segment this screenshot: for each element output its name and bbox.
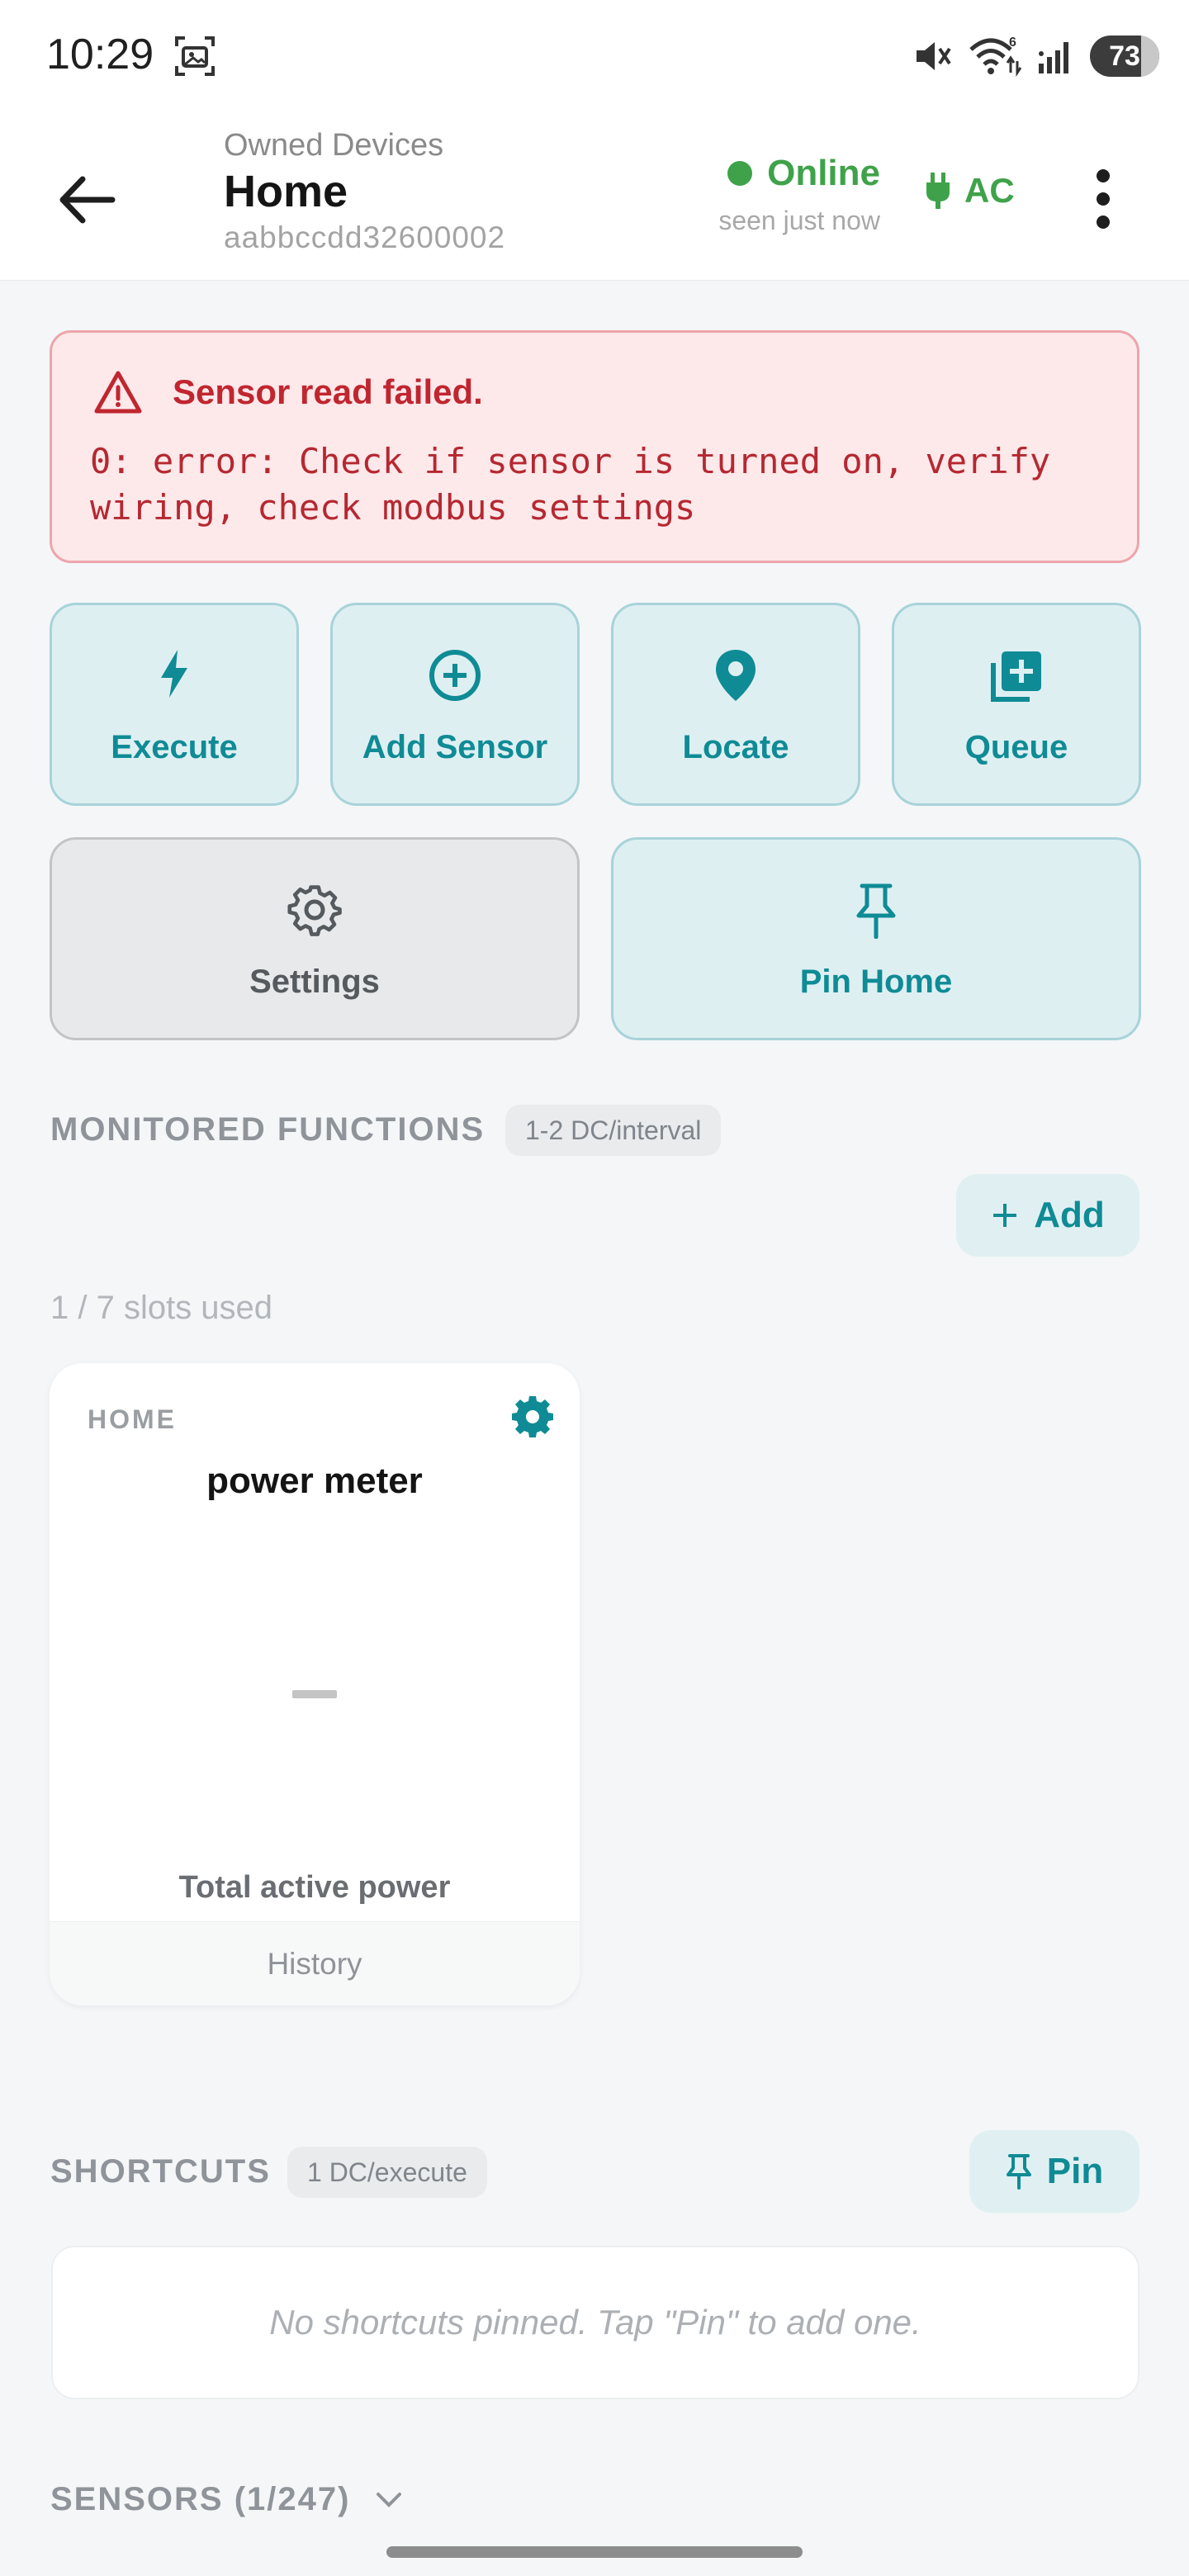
status-bar: 10:29 6 73 bbox=[0, 0, 1189, 111]
device-id: aabbccdd32600002 bbox=[224, 220, 506, 254]
add-to-queue-icon bbox=[991, 651, 1041, 702]
settings-label: Settings bbox=[249, 964, 380, 1000]
signal-icon bbox=[1039, 42, 1068, 73]
mute-icon bbox=[917, 42, 951, 70]
shortcuts-empty-state: No shortcuts pinned. Tap "Pin" to add on… bbox=[51, 2246, 1139, 2399]
breadcrumb[interactable]: Owned Devices bbox=[224, 128, 443, 163]
online-status: Online seen just now bbox=[718, 153, 880, 236]
status-label: Online bbox=[767, 153, 880, 193]
plus-icon bbox=[993, 1204, 1017, 1227]
chevron-down-icon bbox=[377, 2492, 402, 2507]
locate-button[interactable]: Locate bbox=[611, 603, 860, 806]
card-subtitle: Total active power bbox=[178, 1870, 451, 1905]
monitored-functions-title: MONITORED FUNCTIONS bbox=[50, 1111, 486, 1148]
app-bar: Owned Devices Home aabbccdd32600002 Onli… bbox=[0, 111, 1189, 281]
pin-icon bbox=[1006, 2154, 1031, 2190]
monitored-cost-chip: 1-2 DC/interval bbox=[505, 1105, 722, 1156]
locate-label: Locate bbox=[682, 729, 789, 765]
pin-icon bbox=[856, 883, 896, 939]
last-seen: seen just now bbox=[718, 206, 880, 235]
add-function-button[interactable]: Add bbox=[956, 1174, 1139, 1257]
plug-icon bbox=[926, 173, 950, 209]
status-time: 10:29 bbox=[46, 31, 154, 78]
execute-label: Execute bbox=[111, 729, 238, 765]
wifi-badge: 6 bbox=[1009, 36, 1016, 50]
add-sensor-button[interactable]: Add Sensor bbox=[330, 603, 580, 806]
sensors-title: SENSORS (1/247) bbox=[50, 2481, 351, 2517]
warning-icon bbox=[94, 371, 142, 414]
card-title: power meter bbox=[206, 1461, 423, 1501]
gear-icon bbox=[287, 885, 342, 936]
wifi-icon: 6 bbox=[969, 36, 1022, 77]
add-function-label: Add bbox=[1034, 1195, 1105, 1235]
error-title: Sensor read failed. bbox=[173, 372, 483, 411]
pin-shortcut-button[interactable]: Pin bbox=[969, 2130, 1139, 2213]
pin-home-button[interactable]: Pin Home bbox=[611, 837, 1141, 1040]
history-button[interactable]: History bbox=[50, 1921, 580, 2005]
battery-level: 73 bbox=[1109, 40, 1140, 72]
bolt-icon bbox=[161, 650, 187, 698]
shortcuts-title: SHORTCUTS bbox=[50, 2153, 271, 2190]
error-banner: Sensor read failed. 0: error: Check if s… bbox=[50, 330, 1139, 563]
card-settings-gear-icon[interactable] bbox=[510, 1395, 555, 1439]
pin-home-label: Pin Home bbox=[799, 964, 953, 1000]
power-source: AC bbox=[925, 171, 1015, 211]
slots-used: 1 / 7 slots used bbox=[50, 1290, 273, 1326]
execute-button[interactable]: Execute bbox=[50, 603, 299, 806]
function-card[interactable]: HOME power meter Total active power Hist… bbox=[50, 1363, 580, 2005]
add-circle-icon bbox=[429, 650, 481, 701]
back-arrow-icon[interactable] bbox=[50, 163, 124, 237]
pin-shortcut-label: Pin bbox=[1046, 2151, 1104, 2191]
screenshot-icon bbox=[175, 36, 215, 76]
more-vert-icon[interactable] bbox=[1082, 163, 1125, 235]
location-pin-icon bbox=[716, 650, 756, 701]
queue-button[interactable]: Queue bbox=[892, 603, 1141, 806]
error-message: 0: error: Check if sensor is turned on, … bbox=[90, 441, 1051, 528]
card-device-label: HOME bbox=[88, 1404, 177, 1434]
status-dot-icon bbox=[727, 161, 753, 186]
battery-icon: 73 bbox=[1090, 36, 1159, 77]
status-icons: 6 73 bbox=[912, 31, 1159, 81]
card-value bbox=[292, 1690, 337, 1698]
power-source-label: AC bbox=[964, 171, 1015, 210]
home-indicator[interactable] bbox=[386, 2546, 803, 2558]
shortcuts-cost-chip: 1 DC/execute bbox=[287, 2147, 487, 2198]
add-sensor-label: Add Sensor bbox=[362, 729, 548, 765]
page-title: Home bbox=[224, 167, 348, 216]
settings-button[interactable]: Settings bbox=[50, 837, 580, 1040]
sensors-section-toggle[interactable]: SENSORS (1/247) bbox=[50, 2481, 403, 2518]
queue-label: Queue bbox=[964, 729, 1068, 765]
